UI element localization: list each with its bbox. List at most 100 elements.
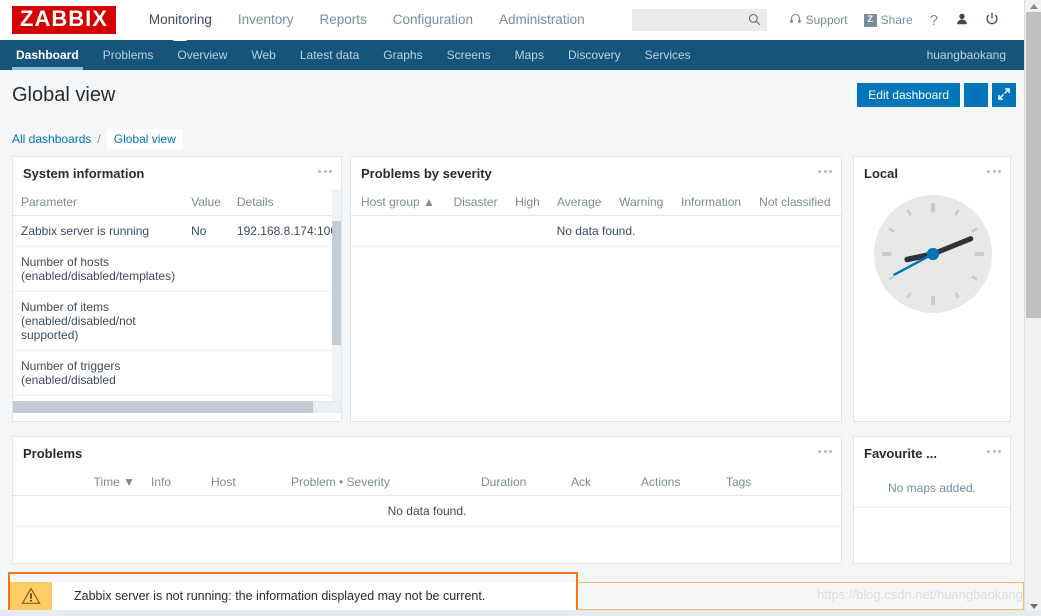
widget-header: Problems: [13, 437, 841, 469]
column-host[interactable]: Host: [203, 469, 283, 496]
subnav-item-screens[interactable]: Screens: [435, 40, 503, 70]
column-duration[interactable]: Duration: [473, 469, 563, 496]
column-parameter[interactable]: Parameter: [13, 189, 183, 216]
table-row: No data found.: [351, 216, 841, 247]
widget-menu-button[interactable]: [318, 170, 332, 173]
search-icon: [748, 13, 761, 29]
widget-problems-by-severity: Problems by severity Host group ▲ Disast…: [350, 156, 842, 422]
subnav-item-overview[interactable]: Overview: [165, 40, 239, 70]
nav-label: Inventory: [238, 12, 294, 27]
column-ack[interactable]: Ack: [563, 469, 633, 496]
page-title: Global view: [12, 84, 115, 107]
column-problem-severity[interactable]: Problem • Severity: [283, 469, 473, 496]
kiosk-mode-button[interactable]: [992, 83, 1016, 107]
subnav-item-discovery[interactable]: Discovery: [556, 40, 633, 70]
favourite-maps-empty-message: No maps added.: [854, 469, 1010, 508]
column-value[interactable]: Value: [183, 189, 229, 216]
current-username[interactable]: huangbaokang: [927, 40, 1006, 70]
share-label: Share: [881, 13, 913, 27]
column-host-group[interactable]: Host group ▲: [351, 189, 445, 216]
widget-vertical-scrollbar-thumb[interactable]: [332, 221, 341, 345]
page-scrollbar-thumb[interactable]: [1026, 12, 1041, 318]
subnav-item-problems[interactable]: Problems: [91, 40, 166, 70]
column-details[interactable]: Details: [229, 189, 341, 216]
nav-item-monitoring[interactable]: Monitoring: [136, 0, 225, 40]
subnav-label: Graphs: [383, 48, 422, 62]
nav-label: Monitoring: [149, 12, 212, 27]
widget-menu-button[interactable]: [818, 450, 832, 453]
cell-details: [229, 351, 341, 396]
nav-item-configuration[interactable]: Configuration: [380, 0, 486, 40]
subnav-item-graphs[interactable]: Graphs: [371, 40, 434, 70]
widget-vertical-scrollbar-track[interactable]: [332, 189, 341, 413]
widget-menu-button[interactable]: [818, 170, 832, 173]
system-information-table-container[interactable]: Parameter Value Details Zabbix server is…: [13, 189, 341, 413]
widget-horizontal-scrollbar-track[interactable]: [13, 401, 341, 413]
subnav-item-latest-data[interactable]: Latest data: [288, 40, 371, 70]
global-search[interactable]: [632, 9, 767, 31]
breadcrumb-current[interactable]: Global view: [107, 129, 183, 149]
support-link[interactable]: Support: [781, 12, 856, 28]
cell-parameter: Number of items (enabled/disabled/not su…: [13, 292, 183, 351]
subnav-item-web[interactable]: Web: [239, 40, 287, 70]
user-profile-button[interactable]: [947, 12, 977, 29]
widget-system-information: System information Parameter Value Detai…: [12, 156, 342, 422]
widget-title: Favourite ...: [864, 446, 937, 461]
widget-menu-button[interactable]: [987, 450, 1001, 453]
headset-icon: [789, 12, 802, 28]
widget-menu-button[interactable]: [987, 170, 1001, 173]
page-bottom-strip: [0, 610, 1041, 616]
column-high[interactable]: High: [507, 189, 549, 216]
subnav-item-services[interactable]: Services: [633, 40, 703, 70]
share-link[interactable]: Z Share: [856, 13, 921, 27]
column-actions[interactable]: Actions: [633, 469, 718, 496]
header-actions: Support Z Share ?: [632, 0, 1007, 40]
column-information[interactable]: Information: [673, 189, 751, 216]
nav-item-inventory[interactable]: Inventory: [225, 0, 307, 40]
column-average[interactable]: Average: [549, 189, 611, 216]
subnav-item-dashboard[interactable]: Dashboard: [4, 40, 91, 70]
signout-button[interactable]: [977, 12, 1007, 29]
widget-title: Problems by severity: [361, 166, 492, 181]
subnav-label: Discovery: [568, 48, 621, 62]
cell-details: 192.168.8.174:1005: [229, 216, 341, 247]
column-disaster[interactable]: Disaster: [445, 189, 507, 216]
warning-text: Zabbix server is not running: the inform…: [74, 589, 485, 603]
help-link[interactable]: ?: [921, 12, 947, 29]
user-icon: [955, 12, 969, 29]
column-not-classified[interactable]: Not classified: [751, 189, 841, 216]
subnav-label: Services: [645, 48, 691, 62]
cell-details: [229, 247, 341, 292]
widget-title: Local: [864, 166, 898, 181]
widget-title: Problems: [23, 446, 82, 461]
column-info[interactable]: Info: [143, 469, 203, 496]
server-warning-message[interactable]: Zabbix server is not running: the inform…: [10, 582, 576, 610]
cell-parameter: Number of triggers (enabled/disabled: [13, 351, 183, 396]
subnav-label: Dashboard: [16, 48, 79, 62]
column-warning[interactable]: Warning: [611, 189, 673, 216]
dashboard-actions-button[interactable]: [964, 83, 988, 107]
widget-header: Favourite ...: [854, 437, 1010, 469]
table-header-row: Parameter Value Details: [13, 189, 341, 216]
column-time[interactable]: Time ▼: [13, 469, 143, 496]
nav-item-administration[interactable]: Administration: [486, 0, 598, 40]
share-badge-icon: Z: [864, 14, 877, 27]
warning-triangle-icon: [10, 582, 52, 610]
widget-horizontal-scrollbar-thumb[interactable]: [13, 401, 313, 413]
nav-label: Configuration: [393, 12, 473, 27]
cell-details: [229, 292, 341, 351]
nav-label: Administration: [499, 12, 585, 27]
zabbix-dashboard-page: ZABBIX Monitoring Inventory Reports Conf…: [0, 0, 1041, 616]
page-scrollbar[interactable]: [1024, 0, 1041, 616]
breadcrumb-all-dashboards[interactable]: All dashboards: [12, 132, 91, 146]
cell-parameter: Number of hosts (enabled/disabled/templa…: [13, 247, 183, 292]
system-information-table: Parameter Value Details Zabbix server is…: [13, 189, 341, 396]
column-tags[interactable]: Tags: [718, 469, 841, 496]
zabbix-logo[interactable]: ZABBIX: [12, 6, 116, 34]
search-input[interactable]: [637, 10, 747, 30]
widget-header: Local: [854, 157, 1010, 189]
edit-dashboard-button[interactable]: Edit dashboard: [857, 83, 960, 107]
nav-item-reports[interactable]: Reports: [306, 0, 379, 40]
scroll-up-arrow-icon[interactable]: [1025, 0, 1041, 12]
subnav-item-maps[interactable]: Maps: [503, 40, 556, 70]
